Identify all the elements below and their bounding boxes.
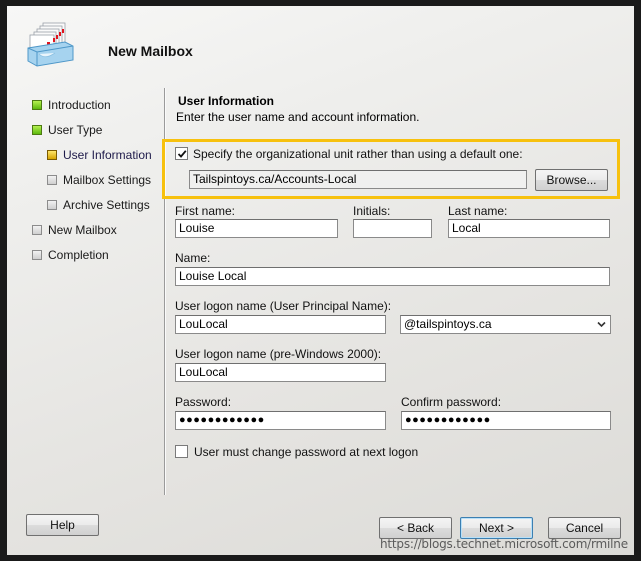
- browse-button[interactable]: Browse...: [535, 169, 608, 191]
- section-description: Enter the user name and account informat…: [176, 110, 420, 124]
- step-pending-icon: [32, 225, 42, 235]
- step-user-type: User Type: [32, 122, 102, 138]
- pre-win2000-label: User logon name (pre-Windows 2000):: [175, 347, 382, 361]
- watermark-url: https://blogs.technet.microsoft.com/rmil…: [380, 537, 628, 551]
- step-label: Introduction: [48, 98, 111, 112]
- upn-input[interactable]: LouLocal: [175, 315, 386, 334]
- confirm-password-input[interactable]: ●●●●●●●●●●●●: [401, 411, 611, 430]
- help-button[interactable]: Help: [26, 514, 99, 536]
- step-completion: Completion: [32, 247, 109, 263]
- mailbox-tray-icon: [27, 22, 74, 67]
- confirm-password-label: Confirm password:: [401, 395, 502, 409]
- upn-domain-value: @tailspintoys.ca: [404, 317, 492, 331]
- step-introduction: Introduction: [32, 97, 111, 113]
- new-mailbox-wizard-window: New Mailbox Introduction User Type User …: [7, 6, 634, 555]
- password-label: Password:: [175, 395, 232, 409]
- last-name-label: Last name:: [448, 204, 508, 218]
- upn-domain-select[interactable]: @tailspintoys.ca: [400, 315, 611, 334]
- step-label: User Information: [63, 148, 152, 162]
- chevron-down-icon[interactable]: [597, 321, 606, 328]
- step-label: User Type: [48, 123, 103, 137]
- ou-checkbox-label[interactable]: Specify the organizational unit rather t…: [193, 147, 523, 161]
- step-pending-icon: [47, 175, 57, 185]
- cancel-button[interactable]: Cancel: [548, 517, 621, 539]
- must-change-password-checkbox[interactable]: [175, 445, 188, 458]
- first-name-input[interactable]: Louise: [175, 219, 338, 238]
- step-label: Mailbox Settings: [63, 173, 152, 187]
- step-mailbox-settings: Mailbox Settings: [47, 172, 151, 188]
- initials-label: Initials:: [353, 204, 391, 218]
- step-user-information: User Information: [47, 147, 152, 163]
- step-pending-icon: [32, 250, 42, 260]
- step-label: Archive Settings: [63, 198, 150, 212]
- step-label: New Mailbox: [48, 223, 117, 237]
- step-complete-icon: [32, 125, 42, 135]
- step-current-icon: [47, 150, 57, 160]
- back-button[interactable]: < Back: [379, 517, 452, 539]
- initials-input[interactable]: [353, 219, 432, 238]
- step-archive-settings: Archive Settings: [47, 197, 150, 213]
- name-input[interactable]: Louise Local: [175, 267, 610, 286]
- first-name-label: First name:: [175, 204, 236, 218]
- wizard-title: New Mailbox: [108, 43, 193, 59]
- section-title: User Information: [178, 94, 275, 108]
- password-input[interactable]: ●●●●●●●●●●●●: [175, 411, 386, 430]
- next-button[interactable]: Next >: [460, 517, 533, 539]
- checkmark-icon: [177, 149, 186, 158]
- must-change-password-label[interactable]: User must change password at next logon: [194, 445, 418, 459]
- step-label: Completion: [48, 248, 109, 262]
- ou-path-field[interactable]: Tailspintoys.ca/Accounts-Local: [189, 170, 527, 189]
- pre-win2000-input[interactable]: LouLocal: [175, 363, 386, 382]
- wizard-header: New Mailbox: [7, 6, 634, 86]
- ou-checkbox[interactable]: [175, 147, 188, 160]
- step-complete-icon: [32, 100, 42, 110]
- name-label: Name:: [175, 251, 211, 265]
- upn-label: User logon name (User Principal Name):: [175, 299, 392, 313]
- last-name-input[interactable]: Local: [448, 219, 610, 238]
- step-new-mailbox: New Mailbox: [32, 222, 117, 238]
- step-pending-icon: [47, 200, 57, 210]
